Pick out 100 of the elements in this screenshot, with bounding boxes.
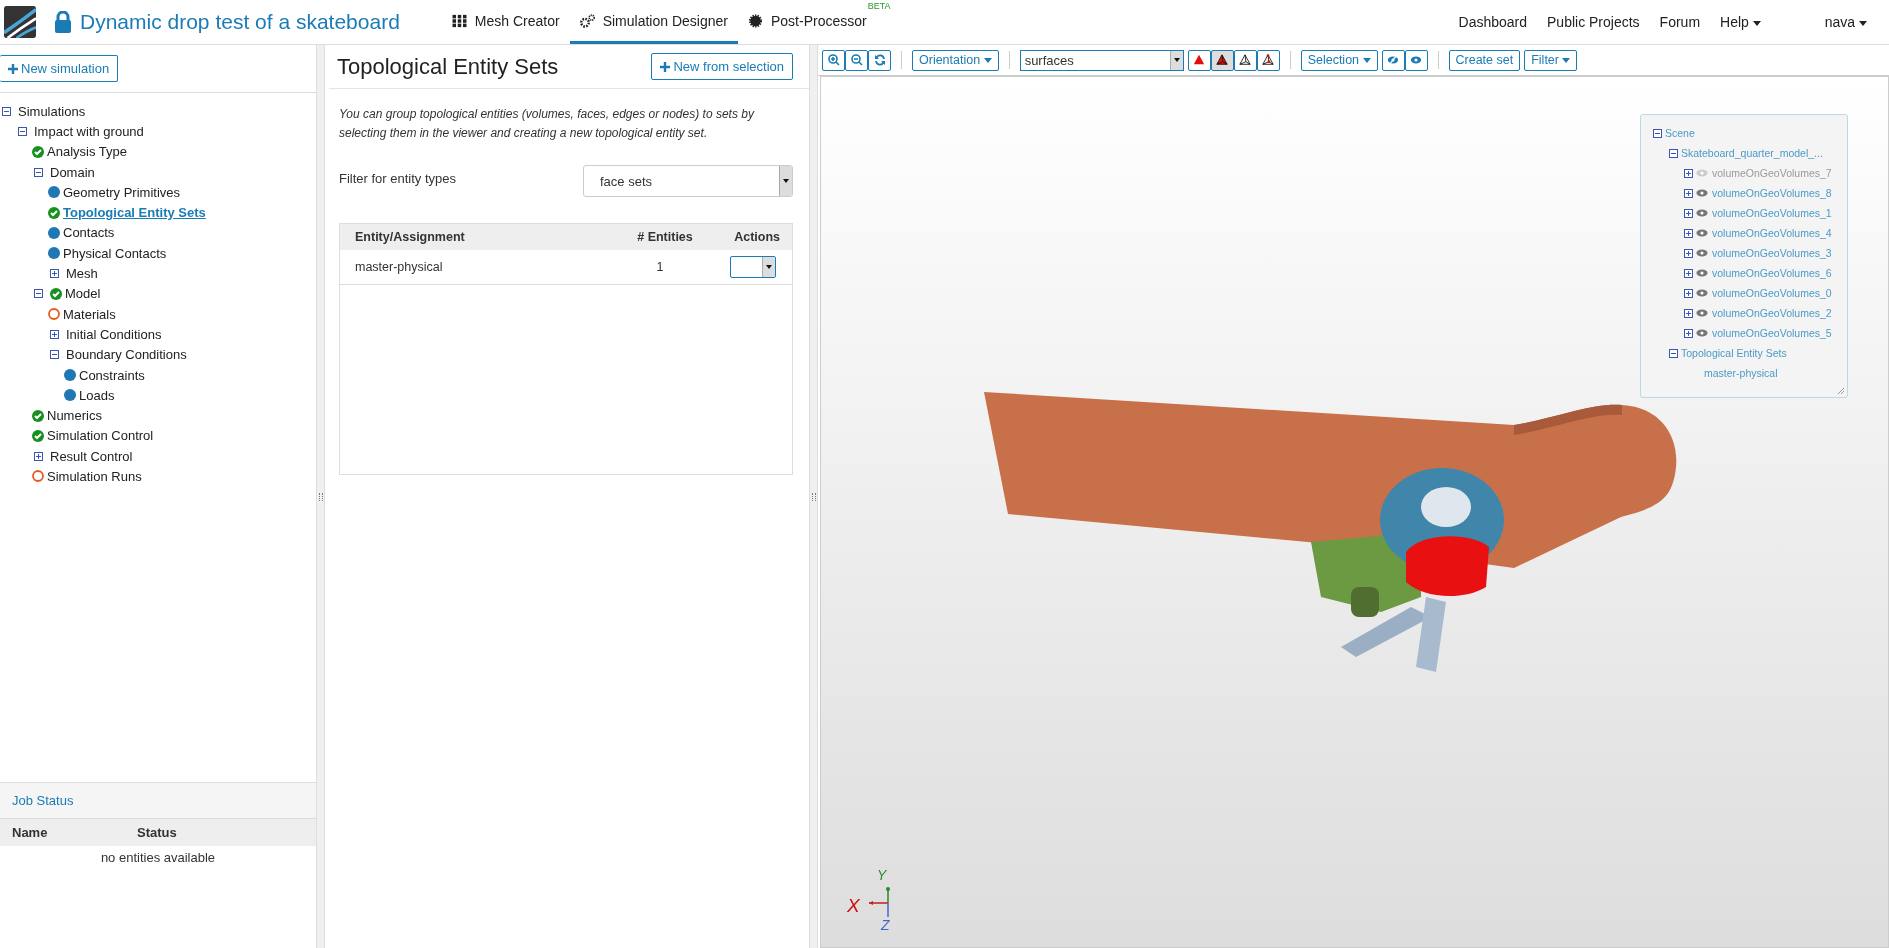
wireframe-mode-icon[interactable]	[1233, 49, 1257, 71]
tree-item[interactable]: Numerics	[47, 408, 102, 424]
tree-item[interactable]: Boundary Conditions	[66, 347, 187, 363]
empty-message: no entities available	[100, 850, 216, 865]
resize-grip-icon[interactable]	[1838, 388, 1844, 394]
beta-label: BETA	[867, 1, 891, 11]
expand-icon[interactable]	[34, 451, 43, 461]
eye-icon[interactable]	[1696, 189, 1708, 197]
nav-link[interactable]: Public Projects	[1547, 14, 1640, 30]
tree-item[interactable]: Contacts	[63, 225, 115, 241]
expand-icon[interactable]	[1684, 248, 1693, 258]
description-text: You can group topological entities (volumes, faces, edges or nodes) to sets by selecting them in the viewer and creating a new topological entity set.	[339, 106, 756, 142]
collapse-icon[interactable]	[1653, 128, 1662, 138]
column-header: Name	[12, 825, 49, 840]
points-mode-icon[interactable]	[1256, 49, 1280, 71]
nav-link[interactable]: Forum	[1659, 14, 1701, 30]
cog-icon	[747, 13, 763, 28]
new-simulation-button[interactable]: New simulation	[0, 55, 119, 82]
collapse-icon[interactable]	[34, 167, 43, 177]
column-header: Entity/Assignment	[355, 230, 466, 244]
expand-icon[interactable]	[1684, 168, 1693, 178]
show-icon[interactable]	[1404, 49, 1428, 71]
expand-icon[interactable]	[1684, 288, 1693, 298]
user-menu[interactable]: nava	[1824, 14, 1867, 30]
axis-label: Y	[877, 867, 887, 883]
grid-icon	[451, 13, 467, 28]
tree-item[interactable]: Simulations	[18, 103, 86, 119]
eye-icon[interactable]	[1696, 309, 1708, 317]
splitter-handle[interactable]	[318, 492, 323, 501]
plus-icon	[8, 64, 18, 74]
module-tab[interactable]: Mesh Creator	[441, 0, 570, 44]
collapse-icon[interactable]	[50, 350, 59, 360]
solid-mode-icon[interactable]	[1187, 49, 1211, 71]
collapse-icon[interactable]	[1669, 348, 1678, 358]
eye-icon[interactable]	[1696, 269, 1708, 277]
tree-item[interactable]: Physical Contacts	[63, 245, 167, 261]
collapse-icon[interactable]	[1669, 148, 1678, 158]
collapse-icon[interactable]	[18, 126, 27, 136]
expand-icon[interactable]	[1684, 308, 1693, 318]
nav-link[interactable]: Dashboard	[1458, 14, 1527, 30]
selection-dropdown[interactable]: Selection	[1300, 49, 1378, 71]
zoom-in-icon[interactable]	[822, 49, 845, 71]
hide-icon[interactable]	[1381, 49, 1405, 71]
zoom-out-icon[interactable]	[845, 49, 868, 71]
logo-icon	[4, 6, 36, 38]
eye-icon[interactable]	[1696, 289, 1708, 297]
tree-item[interactable]: Analysis Type	[47, 144, 127, 160]
axis-label: Z	[881, 917, 890, 933]
tree-item[interactable]: Materials	[63, 306, 116, 322]
eye-icon[interactable]	[1696, 229, 1708, 237]
filter-label: Filter for entity types	[339, 171, 457, 188]
column-header: Actions	[733, 230, 780, 244]
expand-icon[interactable]	[50, 329, 59, 339]
create-set-button[interactable]: Create set	[1448, 49, 1521, 71]
column-header: # Entities	[636, 230, 694, 244]
project-title: Dynamic drop test of a skateboard	[80, 10, 400, 34]
gears-icon	[579, 13, 595, 28]
orientation-dropdown[interactable]: Orientation	[912, 49, 999, 71]
eye-icon[interactable]	[1696, 209, 1708, 217]
expand-icon[interactable]	[1684, 228, 1693, 238]
tree-item[interactable]: Mesh	[66, 266, 98, 281]
actions-dropdown[interactable]	[730, 256, 776, 278]
eye-icon[interactable]	[1696, 249, 1708, 257]
filter-dropdown[interactable]: Filter	[1524, 49, 1578, 71]
tree-item[interactable]: Domain	[50, 164, 95, 180]
column-header: Status	[137, 825, 177, 840]
module-tab[interactable]: Simulation Designer	[569, 0, 738, 44]
tree-item[interactable]: Model	[65, 286, 101, 302]
table-cell-text: 1	[655, 260, 665, 274]
refresh-icon[interactable]	[868, 49, 891, 71]
plus-icon	[660, 62, 671, 72]
panel-title: Topological Entity Sets	[337, 53, 559, 80]
lock-icon	[54, 11, 72, 33]
splitter-handle[interactable]	[811, 492, 816, 501]
expand-icon[interactable]	[1684, 268, 1693, 278]
collapse-icon[interactable]	[2, 106, 11, 116]
axis-label: X	[847, 895, 860, 917]
help-menu[interactable]: Help	[1720, 14, 1761, 30]
expand-icon[interactable]	[1684, 188, 1693, 198]
tree-item[interactable]: Loads	[79, 387, 115, 403]
tree-item[interactable]: Simulation Control	[47, 428, 154, 444]
entity-type-dropdown[interactable]: face sets	[583, 165, 793, 197]
tree-item[interactable]: Constraints	[79, 367, 145, 383]
eye-icon[interactable]	[1696, 329, 1708, 337]
new-from-selection-button[interactable]: New from selection	[651, 53, 793, 80]
tree-item[interactable]: Topological Entity Sets	[63, 205, 206, 221]
display-mode-select[interactable]: surfaces	[1019, 49, 1184, 71]
expand-icon[interactable]	[1684, 208, 1693, 218]
job-status-title: Job Status	[0, 783, 316, 819]
tree-item[interactable]: Initial Conditions	[66, 326, 162, 342]
collapse-icon[interactable]	[34, 289, 43, 299]
tree-item[interactable]: Impact with ground	[34, 123, 144, 139]
expand-icon[interactable]	[50, 269, 59, 278]
tree-item[interactable]: Geometry Primitives	[63, 184, 181, 200]
tree-item[interactable]: Result Control	[50, 448, 133, 464]
table-cell-text: master-physical	[355, 260, 444, 274]
expand-icon[interactable]	[1684, 328, 1693, 338]
module-tab[interactable]: Post-Processor	[737, 0, 867, 44]
tree-item[interactable]: Simulation Runs	[47, 469, 142, 484]
solid-edges-mode-icon[interactable]	[1210, 49, 1234, 71]
